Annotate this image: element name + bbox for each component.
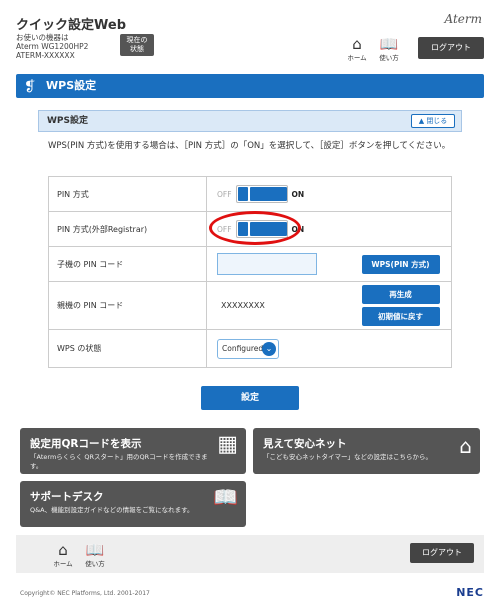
qr-code-icon: ▦ bbox=[217, 432, 238, 457]
home-label: ホーム bbox=[347, 54, 367, 62]
wps-status-select[interactable]: Configured ⌄ bbox=[217, 338, 279, 359]
wps-status-label: WPS の状態 bbox=[48, 329, 207, 368]
client-pin-label: 子機の PIN コード bbox=[48, 246, 207, 282]
collapse-label: 閉じる bbox=[426, 117, 448, 125]
table-row: WPS の状態 Configured ⌄ bbox=[48, 329, 452, 368]
logout-button-footer[interactable]: ログアウト bbox=[410, 543, 474, 563]
copyright-text: Copyright© NEC Platforms, Ltd. 2001-2017 bbox=[20, 590, 150, 597]
select-value: Configured bbox=[222, 343, 264, 353]
qr-tile-title: 設定用QRコードを表示 bbox=[30, 438, 142, 450]
support-desk-tile[interactable]: サポートデスク Q&A、機能別設定ガイドなどの情報をご覧になれます。 📖 bbox=[20, 481, 246, 527]
toggle-off-label: OFF bbox=[217, 189, 232, 199]
header: クイック設定Web お使いの機器は Aterm WG1200HP2 ATERM-… bbox=[0, 0, 500, 66]
toggle-switch[interactable] bbox=[235, 185, 288, 203]
qr-tile-desc-2: す。 bbox=[30, 462, 43, 470]
pin-method-label: PIN 方式 bbox=[48, 176, 207, 212]
regenerate-button[interactable]: 再生成 bbox=[361, 285, 440, 304]
home-icon: ⌂ bbox=[58, 541, 68, 559]
toggle-on-label: ON bbox=[291, 189, 305, 199]
device-model: Aterm WG1200HP2 bbox=[16, 42, 89, 51]
table-row: 親機の PIN コード XXXXXXXX 再生成 初期値に戻す bbox=[48, 281, 452, 330]
settings-table: PIN 方式 OFF ON PIN 方式(外部Registrar) OFF ON… bbox=[48, 176, 452, 368]
apply-button[interactable]: 設定 bbox=[201, 386, 299, 410]
client-pin-input[interactable] bbox=[217, 253, 317, 275]
device-label: お使いの機器は bbox=[16, 33, 69, 42]
qr-tile-desc-1: 「Atermらくらく QRスタート」用のQRコードを作成できま bbox=[30, 453, 208, 461]
parent-pin-label: 親機の PIN コード bbox=[48, 281, 207, 330]
safety-net-tile[interactable]: 見えて安心ネット 「こども安心ネットタイマー」などの設定はこちらから。 ⌂ bbox=[253, 428, 480, 474]
support-tile-desc: Q&A、機能別設定ガイドなどの情報をご覧になれます。 bbox=[30, 506, 194, 514]
safety-tile-title: 見えて安心ネット bbox=[263, 438, 347, 450]
reset-default-button[interactable]: 初期値に戻す bbox=[361, 307, 440, 326]
pin-registrar-label: PIN 方式(外部Registrar) bbox=[48, 211, 207, 247]
chevron-up-icon: ▲ bbox=[418, 117, 425, 125]
manual-nav[interactable]: 📖 使い方 bbox=[376, 36, 402, 62]
panel-header: WPS設定 ▲ 閉じる bbox=[38, 110, 462, 132]
home-label: ホーム bbox=[53, 560, 73, 568]
status-btn-line2: 状態 bbox=[130, 45, 144, 53]
panel-description: WPS(PIN 方式)を使用する場合は、［PIN 方式］の「ON」を選択して、［… bbox=[48, 141, 451, 151]
qr-code-tile[interactable]: 設定用QRコードを表示 「Atermらくらく QRスタート」用のQRコードを作成… bbox=[20, 428, 246, 474]
app-title: クイック設定Web bbox=[16, 18, 126, 33]
device-ssid: ATERM-XXXXXX bbox=[16, 51, 75, 60]
manual-label: 使い方 bbox=[379, 54, 399, 62]
book-icon: 📖 bbox=[379, 35, 399, 53]
current-status-button[interactable]: 現在の 状態 bbox=[120, 34, 154, 56]
pin-method-toggle[interactable]: OFF ON bbox=[217, 185, 304, 203]
logout-button[interactable]: ログアウト bbox=[418, 37, 484, 59]
highlight-annotation bbox=[209, 211, 301, 245]
collapse-button[interactable]: ▲ 閉じる bbox=[411, 114, 455, 128]
footer-bar: ⌂ ホーム 📖 使い方 ログアウト bbox=[16, 535, 484, 573]
section-title: WPS設定 bbox=[46, 79, 97, 92]
wifi-icon: ❡ bbox=[24, 79, 36, 95]
table-row: PIN 方式 OFF ON bbox=[48, 176, 452, 212]
status-btn-line1: 現在の bbox=[126, 36, 148, 44]
table-row: 子機の PIN コード WPS(PIN 方式) bbox=[48, 246, 452, 282]
support-tile-title: サポートデスク bbox=[30, 491, 104, 503]
home-icon: ⌂ bbox=[352, 35, 362, 53]
manual-label: 使い方 bbox=[85, 560, 105, 568]
book-icon: 📖 bbox=[85, 541, 105, 559]
chevron-down-icon: ⌄ bbox=[262, 341, 276, 356]
manual-nav-footer[interactable]: 📖 使い方 bbox=[82, 542, 108, 568]
brand-logo: Aterm bbox=[444, 12, 483, 26]
panel-title: WPS設定 bbox=[47, 116, 89, 126]
home-nav[interactable]: ⌂ ホーム bbox=[344, 36, 370, 62]
parent-pin-value: XXXXXXXX bbox=[206, 281, 356, 330]
home-nav-footer[interactable]: ⌂ ホーム bbox=[50, 542, 76, 568]
nec-logo: NEC bbox=[456, 586, 484, 599]
house-search-icon: ⌂ bbox=[459, 434, 472, 458]
wps-pin-button[interactable]: WPS(PIN 方式) bbox=[361, 254, 440, 274]
section-bar: ❡ WPS設定 bbox=[16, 74, 484, 98]
book-icon: 📖 bbox=[213, 485, 238, 509]
safety-tile-desc: 「こども安心ネットタイマー」などの設定はこちらから。 bbox=[263, 453, 432, 461]
